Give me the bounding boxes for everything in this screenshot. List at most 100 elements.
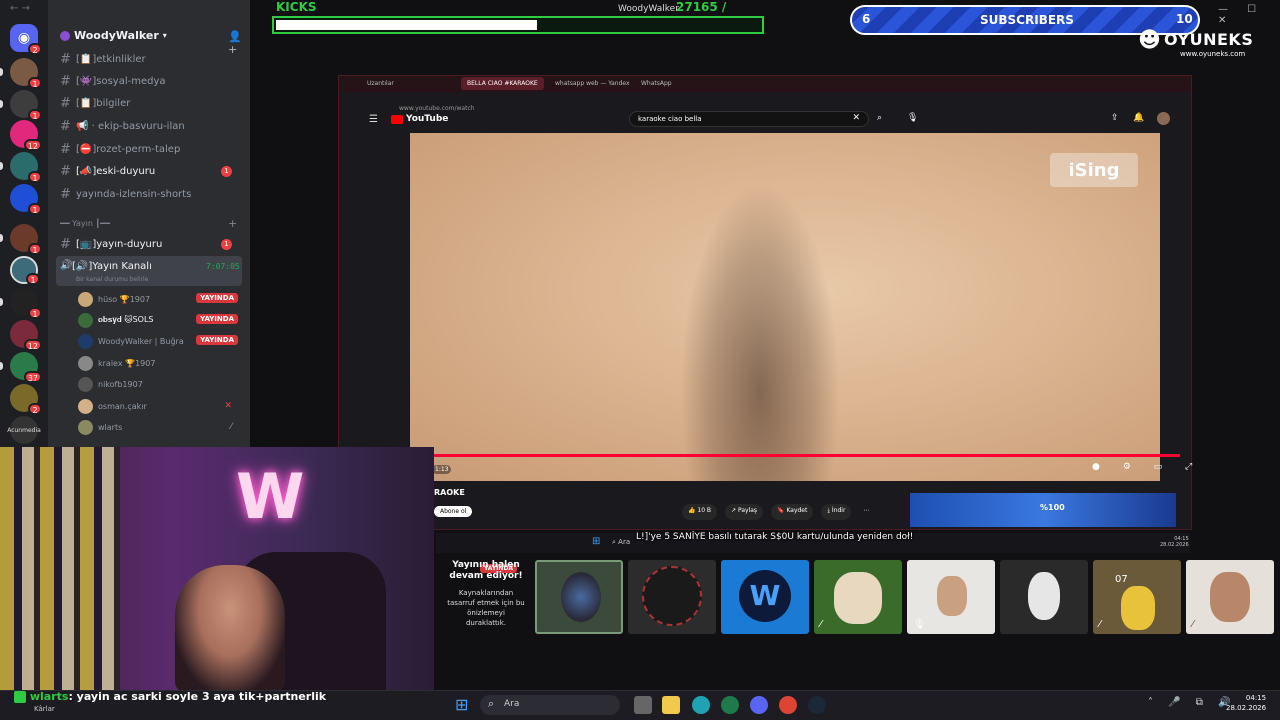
- save-button[interactable]: 🔖 Kaydet: [771, 504, 814, 520]
- goal-label: KICKS: [276, 0, 317, 14]
- address-bar[interactable]: www.youtube.com/watch: [399, 95, 839, 112]
- discord-icon[interactable]: [750, 696, 768, 714]
- tab[interactable]: WhatsApp: [641, 80, 672, 87]
- bell-icon[interactable]: 🔔: [1133, 113, 1144, 123]
- window-controls[interactable]: — ☐ ✕: [1218, 4, 1280, 26]
- server-header[interactable]: WoodyWalker ▾: [60, 29, 167, 42]
- mini-clock: 04:15 28.02.2026: [1160, 536, 1189, 548]
- server-icon[interactable]: 1: [0, 90, 42, 121]
- share-button[interactable]: ↗ Paylaş: [725, 504, 764, 520]
- add-channel-icon[interactable]: +: [228, 217, 237, 230]
- download-button[interactable]: ⤓ İndir: [821, 504, 852, 520]
- mascot-icon: ☻: [1138, 28, 1161, 53]
- avatar: [78, 312, 93, 328]
- voice-status[interactable]: Bir kanal durumu belirle: [76, 276, 148, 283]
- back-arrow-icon[interactable]: ← →: [10, 3, 30, 14]
- search-icon[interactable]: ⌕: [877, 113, 882, 123]
- voice-user[interactable]: osman.çakır ✕: [78, 397, 238, 415]
- channel-item[interactable]: # [📣]eski-duyuru 1: [60, 161, 244, 181]
- voice-user[interactable]: kralex 🏆1907: [78, 354, 238, 372]
- channel-item[interactable]: # [⛔]rozet-perm-talep: [60, 139, 244, 159]
- voice-timer: 7:07:05: [206, 262, 240, 271]
- taskview-icon[interactable]: [634, 696, 652, 714]
- progress-bar[interactable]: [410, 454, 1180, 457]
- participant-tile[interactable]: [535, 560, 623, 634]
- server-icon[interactable]: 12: [10, 320, 42, 351]
- video-time: 1:13: [432, 465, 452, 474]
- participant-tile[interactable]: 07 ⁄: [1093, 560, 1181, 634]
- tab-active[interactable]: BELLA CIAO #KARAOKE: [461, 77, 544, 90]
- taskbar-search-text: Ara: [504, 699, 520, 709]
- sub-count-left: 6: [862, 12, 871, 26]
- discord-home-icon[interactable]: ◉ 2: [10, 24, 42, 55]
- paused-card: YAYINDA Yayının halen devam ediyor! Kayn…: [440, 560, 532, 640]
- edge-icon[interactable]: [692, 696, 710, 714]
- search-text: karaoke ciao bella: [638, 115, 702, 123]
- steam-icon[interactable]: [808, 696, 826, 714]
- category-header[interactable]: ━━ Yayın ┃━━: [60, 219, 110, 228]
- chat-user: wlarts: [29, 690, 69, 703]
- channel-item[interactable]: # [👾]sosyal-medya: [60, 71, 244, 91]
- participant-tile[interactable]: [1000, 560, 1088, 634]
- youtube-logo[interactable]: YouTube: [391, 114, 448, 124]
- participant-tile[interactable]: [628, 560, 716, 634]
- server-icon[interactable]: Acunmedia: [7, 416, 41, 444]
- ising-logo: iSing: [1068, 159, 1120, 181]
- search-icon[interactable]: ⌕ Ara: [612, 538, 630, 547]
- taskbar-search[interactable]: ⌕ Ara: [480, 695, 620, 715]
- windows-icon[interactable]: ⊞: [592, 536, 600, 547]
- tab[interactable]: whatsapp web — Yandex: [555, 80, 630, 87]
- mic-icon[interactable]: 🎙: [907, 113, 918, 123]
- avatar: [78, 333, 93, 349]
- clear-icon[interactable]: ✕: [852, 113, 860, 123]
- participant-tile[interactable]: ⁄: [814, 560, 902, 634]
- app-icon[interactable]: [721, 696, 739, 714]
- server-icon[interactable]: 1: [0, 224, 42, 255]
- menu-icon[interactable]: ☰: [369, 114, 378, 125]
- voice-user[interactable]: hüso 🏆1907⁄YAYINDA: [78, 290, 238, 308]
- tab[interactable]: Uzantılar: [367, 80, 394, 87]
- server-icon[interactable]: 1: [0, 288, 42, 319]
- upload-icon[interactable]: ⇪: [1111, 113, 1119, 123]
- video-title: RAOKE: [434, 488, 465, 497]
- channel-item[interactable]: # [📋]etkinlikler: [60, 49, 244, 69]
- participant-tile[interactable]: ⁄: [1186, 560, 1274, 634]
- chevron-down-icon: ▾: [162, 31, 167, 40]
- clock[interactable]: 04:15 28.02.2026: [1226, 693, 1266, 713]
- avatar[interactable]: [1157, 112, 1170, 125]
- server-icon[interactable]: 1: [0, 152, 42, 183]
- file-explorer-icon[interactable]: [662, 696, 680, 714]
- paused-title: Yayının halen devam ediyor!: [449, 560, 523, 581]
- ad-banner[interactable]: %100: [910, 493, 1176, 527]
- like-button[interactable]: 👍 10 B: [682, 504, 718, 520]
- server-icon[interactable]: 2: [10, 384, 42, 415]
- channel-item[interactable]: # yayında-izlensin-shorts: [60, 184, 244, 204]
- avatar: [78, 398, 93, 414]
- channel-item[interactable]: # [📺]yayın-duyuru 1: [60, 234, 244, 254]
- server-icon[interactable]: 1: [10, 256, 40, 285]
- server-icon[interactable]: 1: [0, 58, 42, 89]
- channel-item[interactable]: # [📋]bilgiler: [60, 93, 244, 113]
- paused-body: Kaynaklarından tasarruf etmek için bu ön…: [447, 589, 525, 627]
- server-icon[interactable]: 12: [10, 120, 42, 151]
- sub-label: SUBSCRIBERS: [980, 13, 1074, 27]
- participant-tile[interactable]: W: [721, 560, 809, 634]
- voice-user[interactable]: WoodyWalker | Buğra YAYINDA: [78, 332, 238, 350]
- start-icon[interactable]: ⊞: [455, 695, 468, 714]
- search-input[interactable]: karaoke ciao bella ✕: [629, 111, 869, 127]
- more-icon[interactable]: ⋯: [859, 504, 873, 520]
- voice-channel-name: [🔊]Yayın Kanalı: [72, 261, 152, 272]
- player-controls[interactable]: ● ⚙ ▭ ⤢: [1092, 462, 1202, 472]
- subscribe-button[interactable]: Abone ol: [434, 506, 473, 517]
- muted-icon: ⁄: [1192, 619, 1194, 630]
- server-icon[interactable]: 37: [0, 352, 42, 383]
- voice-user[interactable]: 𝐨𝐛𝐬𝐲𝐝 🐱SOLS YAYINDA: [78, 311, 238, 329]
- tray-icons[interactable]: ˄ 🎤 ⧉ 🔊: [1148, 697, 1237, 708]
- server-icon[interactable]: 1: [10, 184, 42, 215]
- chrome-icon[interactable]: [779, 696, 797, 714]
- voice-user[interactable]: wlarts ⁄: [78, 418, 238, 436]
- channel-item[interactable]: # 📢 · ekip-basvuru-ilan: [60, 116, 244, 136]
- video-player[interactable]: iSing: [410, 133, 1180, 481]
- voice-user[interactable]: nikofb1907: [78, 375, 238, 393]
- participant-tile[interactable]: 🎙: [907, 560, 995, 634]
